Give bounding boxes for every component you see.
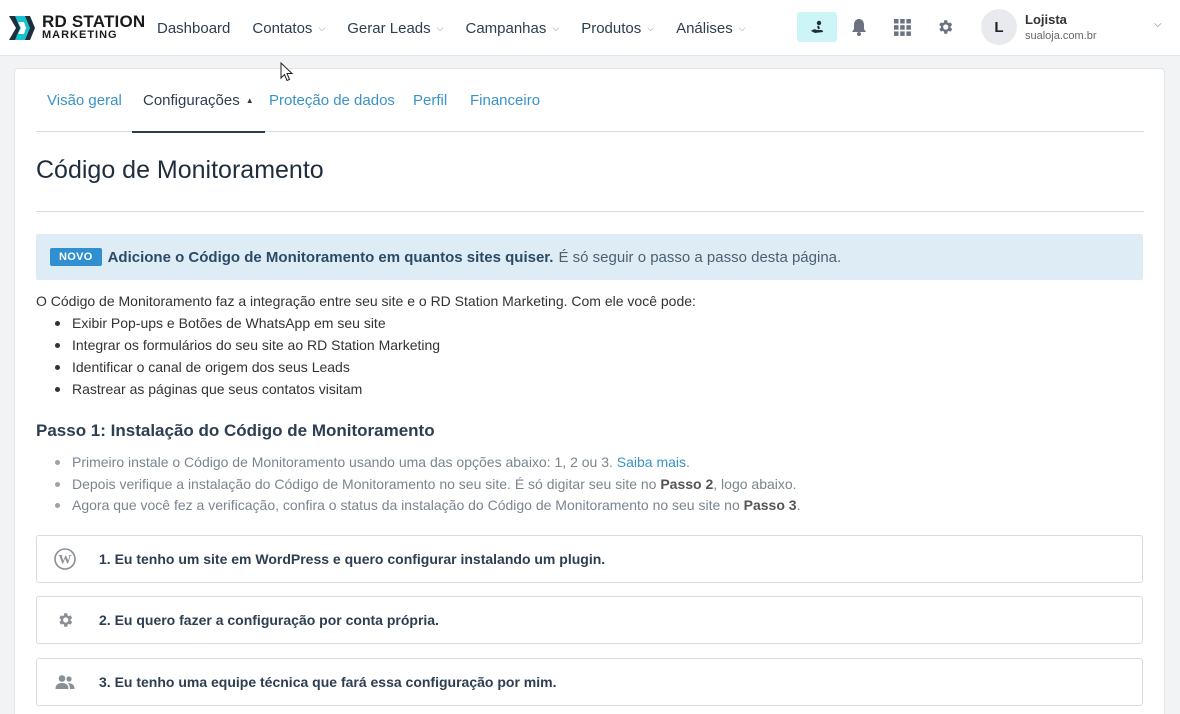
chevron-down-icon: ⌵	[738, 22, 746, 33]
step-text: Agora que você fez a verificação, confir…	[72, 497, 740, 513]
banner-headline: Adicione o Código de Monitoramento em qu…	[107, 248, 554, 266]
chevron-down-icon: ⌵	[318, 22, 326, 33]
nav-campanhas[interactable]: Campanhas ⌵	[465, 20, 559, 37]
user-domain: sualoja.com.br	[1025, 30, 1097, 42]
user-name: Lojista	[1025, 12, 1067, 27]
content-card: Visão geral Configurações ▲ Proteção de d…	[14, 68, 1165, 714]
list-item: Integrar os formulários do seu site ao R…	[52, 334, 440, 356]
nav-label: Gerar Leads	[347, 19, 431, 37]
step-bold: Passo 3	[743, 497, 797, 513]
caret-up-icon: ▲	[245, 96, 254, 105]
bell-icon	[852, 19, 866, 36]
intro-text: O Código de Monitoramento faz a integraç…	[36, 293, 696, 309]
nav-label: Produtos	[581, 19, 642, 37]
list-item: Depois verifique a instalação do Código …	[52, 474, 800, 496]
users-icon	[37, 659, 93, 705]
tab-bar: Visão geral Configurações ▲ Proteção de d…	[36, 69, 1144, 133]
nav-gerar-leads[interactable]: Gerar Leads ⌵	[347, 20, 443, 37]
mouse-cursor-icon	[280, 62, 294, 82]
option-self-config[interactable]: 2. Eu quero fazer a configuração por con…	[36, 596, 1143, 644]
step1-title: Passo 1: Instalação do Código de Monitor…	[36, 421, 435, 440]
user-menu[interactable]: L Lojista sualoja.com.br ⌵	[981, 9, 1171, 47]
saiba-mais-link[interactable]: Saiba mais	[617, 454, 686, 470]
help-hand-icon	[811, 20, 823, 33]
notifications-button[interactable]	[846, 14, 872, 40]
settings-button[interactable]	[932, 14, 958, 40]
gear-icon	[37, 597, 93, 643]
tab-label: Perfil	[413, 92, 448, 109]
banner-text: É só seguir o passo a passo desta página…	[558, 248, 842, 266]
tab-label: Proteção de dados	[269, 92, 395, 109]
list-item: Primeiro instale o Código de Monitoramen…	[52, 452, 800, 474]
feature-list: Exibir Pop-ups e Botões de WhatsApp em s…	[52, 312, 440, 400]
step-text: Primeiro instale o Código de Monitoramen…	[72, 454, 613, 470]
chevron-down-icon: ⌵	[552, 22, 560, 33]
gear-icon	[939, 20, 953, 34]
rd-logo-icon	[9, 16, 35, 40]
main-menu: Dashboard Contatos ⌵ Gerar Leads ⌵ Campanh…	[157, 0, 768, 56]
apps-button[interactable]	[889, 14, 915, 40]
new-badge: NOVO	[50, 248, 102, 266]
chevron-down-icon: ⌵	[647, 22, 655, 33]
wordpress-icon: W	[37, 536, 93, 582]
chevron-down-icon: ⌵	[1154, 19, 1162, 30]
top-navbar: RD STATION MARKETING Dashboard Contatos ⌵…	[0, 0, 1180, 56]
step-text: .	[686, 454, 690, 470]
list-item: Exibir Pop-ups e Botões de WhatsApp em s…	[52, 312, 440, 334]
step-text: .	[796, 497, 801, 513]
option-tech-team[interactable]: 3. Eu tenho uma equipe técnica que fará …	[36, 658, 1143, 706]
tab-configuracoes[interactable]: Configurações ▲	[132, 69, 265, 133]
page-title: Código de Monitoramento	[36, 156, 324, 184]
step-text: Depois verifique a instalação do Código …	[72, 475, 657, 492]
nav-label: Análises	[676, 19, 733, 37]
tab-label: Configurações	[143, 92, 240, 109]
nav-label: Dashboard	[157, 19, 231, 37]
tab-perfil[interactable]: Perfil	[413, 69, 447, 132]
option-label: 1. Eu tenho um site em WordPress e quero…	[99, 551, 606, 567]
tab-financeiro[interactable]: Financeiro	[470, 69, 540, 132]
tab-visao-geral[interactable]: Visão geral	[47, 69, 122, 132]
help-button[interactable]	[797, 12, 837, 42]
list-item: Agora que você fez a verificação, confir…	[52, 495, 800, 517]
nav-label: Contatos	[252, 19, 313, 37]
avatar: L	[981, 9, 1017, 45]
option-label: 2. Eu quero fazer a configuração por con…	[99, 612, 439, 628]
list-item: Identificar o canal de origem dos seus L…	[52, 356, 440, 378]
nav-analises[interactable]: Análises ⌵	[676, 20, 746, 37]
tab-label: Financeiro	[470, 92, 541, 109]
chevron-down-icon: ⌵	[436, 22, 444, 33]
step-bold: Passo 2	[660, 475, 714, 492]
step1-list: Primeiro instale o Código de Monitoramen…	[52, 452, 800, 517]
grid-icon	[893, 18, 911, 36]
info-banner: NOVO Adicione o Código de Monitoramento …	[36, 234, 1143, 280]
nav-contatos[interactable]: Contatos ⌵	[252, 20, 325, 37]
nav-produtos[interactable]: Produtos ⌵	[581, 20, 654, 37]
option-wordpress[interactable]: W 1. Eu tenho um site em WordPress e que…	[36, 535, 1143, 583]
list-item: Rastrear as páginas que seus contatos vi…	[52, 378, 440, 400]
nav-label: Campanhas	[465, 19, 547, 37]
rd-station-logo[interactable]: RD STATION MARKETING	[8, 13, 145, 43]
svg-text:W: W	[59, 552, 72, 567]
option-label: 3. Eu tenho uma equipe técnica que fará …	[99, 674, 557, 690]
tab-label: Visão geral	[47, 92, 122, 109]
step-text: , logo abaixo.	[713, 475, 797, 492]
divider	[36, 211, 1144, 212]
brand-sub: MARKETING	[42, 29, 118, 41]
nav-dashboard[interactable]: Dashboard	[157, 20, 230, 37]
